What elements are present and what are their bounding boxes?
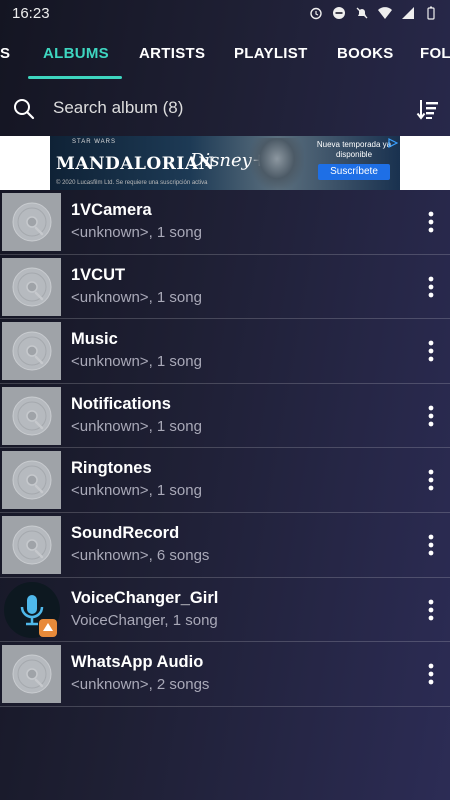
album-subtitle: <unknown>, 1 song (71, 482, 202, 500)
album-artwork (2, 257, 61, 316)
status-icons (309, 6, 438, 20)
ad-promo-text: Nueva temporada ya disponible (316, 140, 392, 159)
tab-artists[interactable]: ARTISTS (139, 26, 205, 80)
disc-icon (11, 201, 53, 243)
disc-icon (11, 459, 53, 501)
more-options-icon[interactable] (424, 533, 438, 557)
more-options-icon[interactable] (424, 210, 438, 234)
album-row[interactable]: WhatsApp Audio <unknown>, 2 songs (0, 642, 450, 707)
more-options-icon[interactable] (424, 662, 438, 686)
album-artwork (2, 515, 61, 574)
album-list: 1VCamera <unknown>, 1 song 1VCUT <unknown>,… (0, 190, 450, 707)
album-artwork (2, 193, 61, 251)
album-subtitle: VoiceChanger, 1 song (71, 611, 218, 629)
album-info: 1VCUT <unknown>, 1 song (71, 263, 202, 309)
mute-bell-icon (356, 7, 368, 19)
microphone-icon (3, 581, 61, 639)
category-tabs: S ALBUMS ARTISTS PLAYLIST BOOKS FOL (0, 26, 450, 80)
album-name: SoundRecord (71, 523, 180, 542)
album-name: VoiceChanger_Girl (71, 588, 219, 607)
album-subtitle: <unknown>, 6 songs (71, 546, 210, 564)
wifi-icon (378, 7, 392, 19)
ad-choices-icon[interactable] (388, 138, 398, 148)
album-name: Music (71, 330, 118, 349)
album-subtitle: <unknown>, 2 songs (71, 676, 210, 694)
tab-folders[interactable]: FOL (420, 26, 450, 80)
more-options-icon[interactable] (424, 468, 438, 492)
album-info: Notifications <unknown>, 1 song (71, 392, 202, 438)
album-artwork (2, 645, 61, 704)
album-row[interactable]: Music <unknown>, 1 song (0, 319, 450, 384)
disc-icon (11, 653, 53, 695)
album-row[interactable]: VoiceChanger_Girl VoiceChanger, 1 song (0, 578, 450, 643)
more-options-icon[interactable] (424, 339, 438, 363)
album-row[interactable]: Notifications <unknown>, 1 song (0, 384, 450, 449)
album-artwork (2, 322, 61, 381)
album-row[interactable]: 1VCUT <unknown>, 1 song (0, 255, 450, 320)
ad-cta-button[interactable]: Suscríbete (318, 164, 390, 180)
album-name: WhatsApp Audio (71, 653, 204, 672)
album-artwork (2, 581, 61, 639)
album-subtitle: <unknown>, 1 song (71, 224, 202, 241)
search-icon[interactable] (12, 97, 36, 121)
tab-songs[interactable]: S (0, 26, 10, 80)
more-options-icon[interactable] (424, 275, 438, 299)
album-row[interactable]: SoundRecord <unknown>, 6 songs (0, 513, 450, 578)
disc-icon (11, 330, 53, 372)
battery-icon (427, 6, 435, 20)
album-name: Notifications (71, 394, 171, 413)
active-tab-indicator (28, 76, 122, 79)
album-info: 1VCamera <unknown>, 1 song (71, 198, 202, 244)
album-name: 1VCUT (71, 265, 126, 284)
tab-playlist[interactable]: PLAYLIST (234, 26, 308, 80)
search-input[interactable]: Search album (8) (53, 98, 183, 118)
ad-small-title: STAR WARS (72, 139, 117, 145)
do-not-disturb-icon (333, 7, 345, 19)
album-info: SoundRecord <unknown>, 6 songs (71, 521, 209, 567)
album-name: 1VCamera (71, 201, 152, 219)
alarm-icon (310, 7, 322, 20)
ad-banner[interactable]: STAR WARS MANDALORIAN Disney+ © 2020 Luc… (0, 136, 450, 190)
ad-legal-text: © 2020 Lucasfilm Ltd. Se requiere una su… (56, 180, 208, 186)
disc-icon (11, 395, 53, 437)
album-subtitle: <unknown>, 1 song (71, 353, 202, 371)
disc-icon (11, 524, 53, 566)
album-artwork (2, 386, 61, 445)
sort-icon[interactable] (416, 97, 440, 121)
more-options-icon[interactable] (424, 404, 438, 428)
album-row[interactable]: Ringtones <unknown>, 1 song (0, 448, 450, 513)
tab-albums[interactable]: ALBUMS (43, 26, 109, 80)
signal-icon (402, 7, 414, 19)
more-options-icon[interactable] (424, 598, 438, 622)
album-artwork (2, 451, 61, 510)
status-bar: 16:23 (0, 0, 450, 26)
ad-creative[interactable]: STAR WARS MANDALORIAN Disney+ © 2020 Luc… (50, 136, 400, 190)
album-info: Music <unknown>, 1 song (71, 327, 202, 373)
status-time: 16:23 (12, 4, 50, 22)
disc-icon (11, 266, 53, 308)
search-bar[interactable]: Search album (8) (0, 80, 450, 136)
album-name: Ringtones (71, 459, 152, 478)
album-info: VoiceChanger_Girl VoiceChanger, 1 song (71, 586, 218, 632)
album-info: WhatsApp Audio <unknown>, 2 songs (71, 650, 209, 696)
ad-character-image (250, 138, 304, 190)
album-info: Ringtones <unknown>, 1 song (71, 456, 202, 502)
album-row[interactable]: 1VCamera <unknown>, 1 song (0, 190, 450, 255)
album-subtitle: <unknown>, 1 song (71, 288, 202, 306)
tab-books[interactable]: BOOKS (337, 26, 394, 80)
album-subtitle: <unknown>, 1 song (71, 417, 202, 435)
